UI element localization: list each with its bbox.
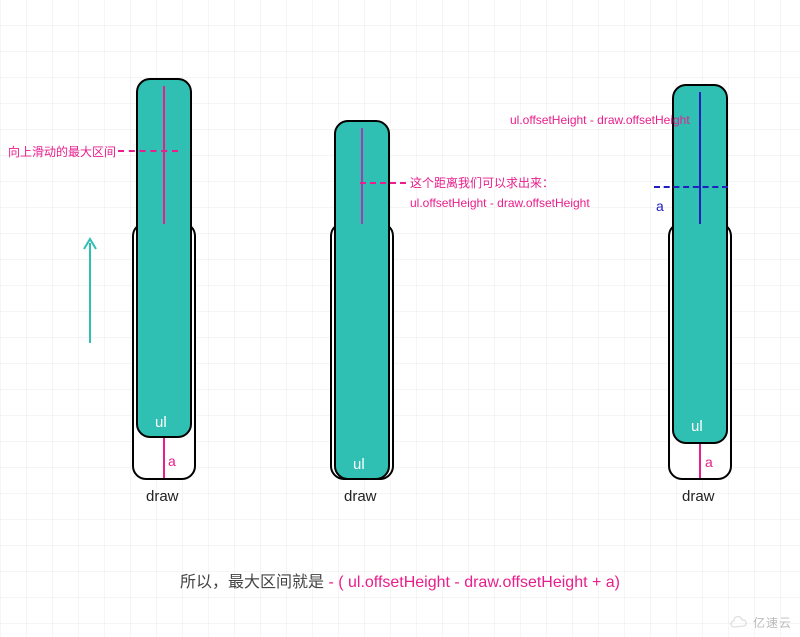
- dash-mid: [360, 182, 406, 184]
- dash-right: [654, 186, 728, 188]
- centerline-2: [361, 128, 363, 224]
- watermark-text: 亿速云: [753, 614, 792, 631]
- ul-label-1: ul: [155, 414, 167, 431]
- anno-mid-2: ul.offsetHeight - draw.offsetHeight: [410, 196, 590, 210]
- up-arrow-icon: [82, 235, 98, 343]
- centerline-3: [699, 92, 701, 224]
- draw-label-3: draw: [682, 488, 715, 505]
- anno-right-top: ul.offsetHeight - draw.offsetHeight: [510, 113, 690, 127]
- draw-label-2: draw: [344, 488, 377, 505]
- anno-mid-1: 这个距离我们可以求出来：: [410, 174, 554, 191]
- dash-left-title: [118, 150, 178, 152]
- a-label-3-bottom: a: [705, 454, 713, 470]
- a-line-1: [163, 438, 165, 478]
- ul-label-2: ul: [353, 456, 365, 473]
- cloud-icon: [729, 616, 749, 630]
- draw-label-1: draw: [146, 488, 179, 505]
- conclusion-formula: - ( ul.offsetHeight - draw.offsetHeight …: [328, 574, 620, 591]
- centerline-1: [163, 86, 165, 224]
- a-line-3: [699, 444, 701, 478]
- conclusion-text: 所以，最大区间就是 - ( ul.offsetHeight - draw.off…: [0, 568, 800, 592]
- ul-label-3: ul: [691, 418, 703, 435]
- conclusion-prefix: 所以，最大区间就是: [180, 574, 328, 591]
- diagram-stage: 向上滑动的最大区间 ul a draw 这个距离我们可以求出来： ul.offs…: [0, 0, 800, 637]
- a-label-3-top: a: [656, 198, 664, 214]
- anno-left-title: 向上滑动的最大区间: [8, 143, 116, 160]
- watermark: 亿速云: [729, 614, 792, 631]
- a-label-1: a: [168, 453, 176, 469]
